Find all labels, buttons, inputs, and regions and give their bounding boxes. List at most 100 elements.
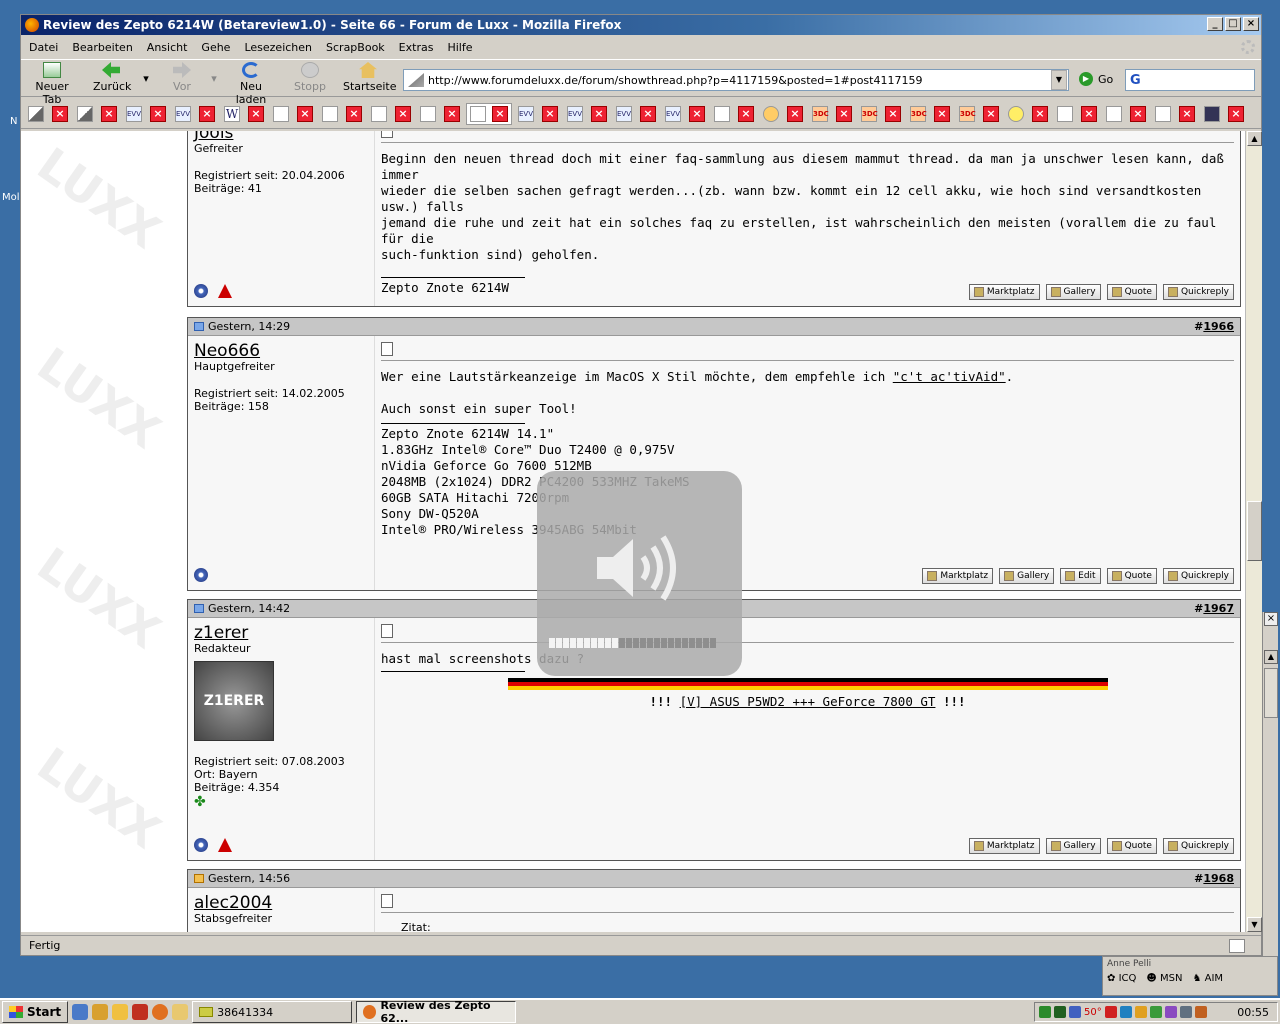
gallery-button[interactable]: Gallery — [1045, 838, 1101, 854]
quickreply-button[interactable]: Quickreply — [1162, 284, 1234, 300]
tray-icon[interactable] — [1119, 1006, 1132, 1018]
tab[interactable]: EVV × — [123, 103, 169, 125]
tab[interactable]: EVV × — [564, 103, 610, 125]
forward-button[interactable]: Vor — [167, 62, 197, 93]
tab-close-icon[interactable]: × — [248, 105, 264, 122]
marktplatz-button[interactable]: Marktplatz — [922, 568, 994, 584]
tab-close-icon[interactable]: × — [1032, 105, 1048, 122]
taskbar-item[interactable]: 38641334 — [192, 1001, 353, 1023]
quicklaunch-icon[interactable] — [132, 1004, 149, 1020]
tray-icon[interactable] — [1069, 1006, 1081, 1018]
aim-button[interactable]: ♞ AIM — [1192, 973, 1223, 984]
forward-dropdown-icon[interactable]: ▾ — [209, 72, 219, 85]
menu-lesezeichen[interactable]: Lesezeichen — [244, 41, 312, 54]
im-contact[interactable]: Anne Pelli — [1107, 959, 1151, 969]
username-link[interactable]: z1erer — [194, 624, 368, 642]
quicklaunch-icon[interactable] — [92, 1004, 109, 1020]
close-button[interactable]: × — [1243, 17, 1259, 31]
edit-button[interactable]: Edit — [1060, 568, 1101, 584]
online-status-icon[interactable] — [194, 838, 208, 852]
screenshot-icon[interactable] — [1229, 939, 1245, 953]
url-dropdown-button[interactable]: ▼ — [1051, 70, 1067, 90]
tray-icon[interactable] — [1104, 1006, 1117, 1018]
tab[interactable]: × — [1201, 103, 1247, 125]
side-scroll-up-icon[interactable]: ▲ — [1264, 650, 1278, 664]
scroll-thumb[interactable] — [1247, 501, 1262, 561]
tab[interactable]: × — [760, 103, 806, 125]
tab-close-icon[interactable]: × — [689, 105, 705, 122]
tray-icon[interactable] — [1149, 1006, 1162, 1018]
tab-close-icon[interactable]: × — [297, 105, 313, 122]
tab-close-icon[interactable]: × — [199, 105, 215, 122]
quickreply-button[interactable]: Quickreply — [1162, 838, 1234, 854]
tab-close-icon[interactable]: × — [1130, 105, 1146, 122]
menu-hilfe[interactable]: Hilfe — [447, 41, 472, 54]
url-bar[interactable]: http://www.forumdeluxx.de/forum/showthre… — [403, 69, 1069, 91]
stop-button[interactable]: Stopp — [293, 62, 327, 93]
tab[interactable]: 3DC × — [956, 103, 1002, 125]
tab[interactable]: × — [319, 103, 365, 125]
tab-close-icon[interactable]: × — [640, 105, 656, 122]
menu-scrapbook[interactable]: ScrapBook — [326, 41, 385, 54]
gallery-button[interactable]: Gallery — [1045, 284, 1101, 300]
tab-active[interactable]: × — [466, 102, 512, 125]
tab[interactable]: × — [711, 103, 757, 125]
taskbar-item-active[interactable]: Review des Zepto 62... — [356, 999, 517, 1024]
tab[interactable]: EVV × — [172, 103, 218, 125]
tab-close-icon[interactable]: × — [346, 105, 362, 122]
tab-close-icon[interactable]: × — [591, 105, 607, 122]
tab[interactable]: W × — [221, 103, 267, 125]
search-input[interactable]: G — [1125, 69, 1255, 91]
quicklaunch-icon[interactable] — [112, 1004, 129, 1020]
tab-close-icon[interactable]: × — [1179, 105, 1195, 122]
tab[interactable]: × — [74, 103, 120, 125]
tab-close-icon[interactable]: × — [492, 105, 508, 122]
scroll-up-icon[interactable]: ▲ — [1247, 131, 1262, 146]
online-status-icon[interactable] — [194, 284, 208, 298]
tab[interactable]: × — [1005, 103, 1051, 125]
username-link[interactable]: Neo666 — [194, 342, 368, 360]
tab-close-icon[interactable]: × — [787, 105, 803, 122]
menu-datei[interactable]: Datei — [29, 41, 58, 54]
tab[interactable]: × — [368, 103, 414, 125]
online-status-icon[interactable] — [194, 568, 208, 582]
side-close-icon[interactable]: × — [1264, 612, 1278, 626]
post-number-link[interactable]: #1967 — [1194, 602, 1234, 615]
post-number-link[interactable]: #1966 — [1194, 320, 1234, 333]
start-button[interactable]: Start — [2, 1001, 69, 1023]
tab[interactable]: × — [417, 103, 463, 125]
msn-button[interactable]: ☻ MSN — [1146, 973, 1182, 984]
quote-button[interactable]: Quote — [1106, 284, 1157, 300]
tab-close-icon[interactable]: × — [934, 105, 950, 122]
tab-close-icon[interactable]: × — [101, 105, 117, 122]
avatar[interactable]: Z1ERER — [194, 661, 274, 741]
report-icon[interactable] — [218, 284, 232, 298]
go-button[interactable]: ▶ Go — [1079, 72, 1113, 86]
tab-close-icon[interactable]: × — [1081, 105, 1097, 122]
scroll-down-icon[interactable]: ▼ — [1247, 917, 1262, 932]
gallery-button[interactable]: Gallery — [999, 568, 1055, 584]
tab[interactable]: 3DC × — [809, 103, 855, 125]
activaid-link[interactable]: "c't ac'tivAid" — [893, 369, 1006, 384]
tab-close-icon[interactable]: × — [738, 105, 754, 122]
tab[interactable]: × — [1054, 103, 1100, 125]
post-number-link[interactable]: #1968 — [1194, 872, 1234, 885]
folder-quicklaunch-icon[interactable] — [172, 1004, 189, 1020]
tray-icon[interactable] — [1179, 1006, 1192, 1018]
tab-close-icon[interactable]: × — [983, 105, 999, 122]
tab-close-icon[interactable]: × — [150, 105, 166, 122]
tray-icon[interactable] — [1054, 1006, 1066, 1018]
clock[interactable]: 00:55 — [1237, 1006, 1269, 1019]
menu-gehe[interactable]: Gehe — [201, 41, 230, 54]
tab-close-icon[interactable]: × — [444, 105, 460, 122]
menu-bearbeiten[interactable]: Bearbeiten — [72, 41, 132, 54]
tab[interactable]: 3DC × — [858, 103, 904, 125]
quicklaunch-icon[interactable] — [72, 1004, 89, 1020]
report-icon[interactable] — [218, 838, 232, 852]
vertical-scrollbar[interactable]: ▲ ▼ — [1245, 131, 1262, 932]
tab-close-icon[interactable]: × — [395, 105, 411, 122]
tab-close-icon[interactable]: × — [542, 105, 558, 122]
tab-close-icon[interactable]: × — [885, 105, 901, 122]
marktplatz-button[interactable]: Marktplatz — [968, 284, 1040, 300]
tab[interactable]: EVV × — [662, 103, 708, 125]
